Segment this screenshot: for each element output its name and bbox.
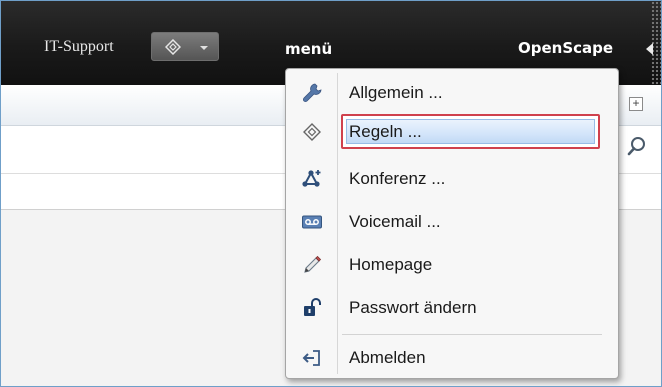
menu-item-homepage[interactable]: Homepage — [286, 246, 618, 284]
menu-item-konferenz[interactable]: Konferenz ... — [286, 160, 618, 198]
pencil-icon — [304, 255, 322, 273]
menu-item-label: Konferenz ... — [349, 169, 446, 188]
menu-item-abmelden[interactable]: Abmelden — [286, 339, 618, 377]
collapse-arrow-icon[interactable] — [646, 43, 653, 55]
main-menu-dropdown: Allgemein ... Regeln ... Konferenz ... V… — [285, 68, 619, 379]
menu-item-label: Abmelden — [349, 348, 426, 367]
menu-item-regeln[interactable]: Regeln ... — [286, 113, 618, 151]
logout-icon — [302, 350, 320, 366]
menu-item-label: Voicemail ... — [349, 212, 441, 231]
diamond-status-icon — [165, 39, 181, 55]
menu-item-voicemail[interactable]: Voicemail ... — [286, 203, 618, 241]
menu-button[interactable]: menü — [285, 40, 332, 58]
menu-item-label: Allgemein ... — [349, 83, 443, 102]
menu-item-label: Homepage — [349, 255, 433, 274]
menu-separator — [342, 334, 602, 335]
menu-item-passwort[interactable]: Passwort ändern — [286, 289, 618, 327]
chevron-down-icon — [200, 46, 208, 50]
app-window: IT-Support menü OpenScape + Allgemein ..… — [0, 0, 662, 387]
voicemail-icon — [302, 215, 322, 229]
magnifier-icon[interactable] — [626, 135, 648, 157]
conference-icon — [302, 170, 321, 187]
menu-item-label: Passwort ändern — [349, 298, 477, 317]
status-dropdown[interactable] — [151, 32, 219, 61]
brand-logo-text: OpenScape — [518, 39, 614, 57]
plus-icon[interactable]: + — [629, 97, 643, 111]
menu-item-allgemein[interactable]: Allgemein ... — [286, 74, 618, 112]
padlock-icon — [304, 298, 321, 316]
user-name[interactable]: IT-Support — [44, 38, 114, 56]
menu-item-label: Regeln ... — [349, 122, 422, 141]
diamond-icon — [303, 123, 321, 141]
wrench-icon — [303, 83, 322, 102]
